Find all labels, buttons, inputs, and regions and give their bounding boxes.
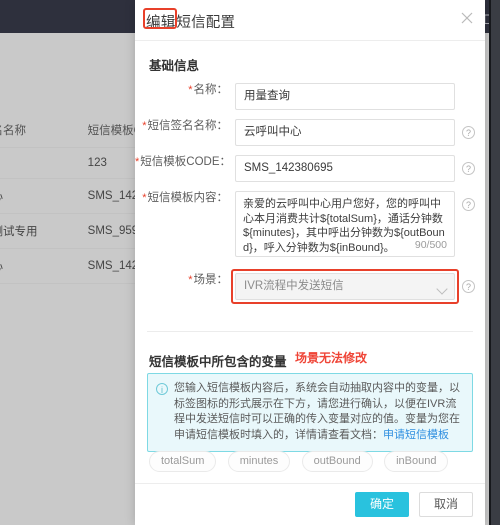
info-icon: i	[156, 383, 168, 395]
page-right-edge	[490, 0, 500, 525]
edit-sms-config-dialog: 编辑短信配置 基础信息 *名称： 用量查询 *短信签名名称： 云呼叫中心 ? *…	[135, 0, 485, 525]
sign-name-input[interactable]: 云呼叫中心	[235, 119, 455, 146]
section-divider	[147, 331, 473, 332]
close-icon[interactable]	[459, 10, 475, 26]
info-alert-text: 您输入短信模板内容后，系统会自动抽取内容中的变量，以标签图标的形式展示在下方，请…	[174, 381, 463, 443]
apply-sms-template-link[interactable]: 申请短信模板	[383, 429, 449, 441]
variable-tag[interactable]: outBound	[301, 451, 373, 472]
required-marker: *	[142, 120, 147, 132]
required-marker: *	[188, 84, 193, 96]
section-title-variables: 短信模板中所包含的变量	[149, 355, 287, 369]
template-code-input[interactable]: SMS_142380695	[235, 155, 455, 182]
help-icon[interactable]: ?	[462, 280, 475, 293]
help-icon[interactable]: ?	[462, 198, 475, 211]
dialog-body: 基础信息 *名称： 用量查询 *短信签名名称： 云呼叫中心 ? *短信模板COD…	[135, 41, 485, 485]
variable-tag[interactable]: inBound	[384, 451, 449, 472]
chevron-down-icon	[436, 283, 448, 295]
variable-tag[interactable]: minutes	[227, 451, 291, 472]
confirm-button[interactable]: 确定	[355, 492, 409, 517]
label-name: *名称：	[188, 84, 228, 96]
required-marker: *	[188, 274, 193, 286]
variable-tag-list: totalSum minutes outBound inBound	[149, 451, 469, 472]
required-marker: *	[135, 156, 140, 168]
name-input[interactable]: 用量查询	[235, 83, 455, 110]
scene-selected-value: IVR流程中发送短信	[244, 280, 344, 292]
dialog-title-rest: 短信配置	[176, 15, 236, 31]
variable-tag[interactable]: totalSum	[149, 451, 217, 472]
required-marker: *	[142, 192, 147, 204]
info-alert: i 您输入短信模板内容后，系统会自动抽取内容中的变量，以标签图标的形式展示在下方…	[147, 373, 473, 452]
scene-select[interactable]: IVR流程中发送短信	[235, 273, 455, 300]
label-sign-name: *短信签名名称：	[142, 120, 228, 132]
dialog-title-accent: 编辑	[146, 15, 176, 31]
template-content-textarea[interactable]: 亲爱的云呼叫中心用户您好，您的呼叫中心本月消费共计${totalSum}，通话分…	[235, 191, 455, 257]
scene-annotation-note: 场景无法修改	[295, 351, 368, 365]
help-icon[interactable]: ?	[462, 126, 475, 139]
dialog-title: 编辑短信配置	[145, 11, 235, 32]
label-template-content: *短信模板内容：	[142, 192, 228, 204]
page-edge-line	[489, 0, 491, 525]
label-scene: *场景：	[188, 274, 228, 286]
dialog-footer: 确定 取消	[135, 483, 485, 525]
dialog-header: 编辑短信配置	[135, 0, 485, 41]
section-title-basic-info: 基础信息	[149, 59, 200, 73]
label-template-code: *短信模板CODE：	[135, 156, 232, 168]
cancel-button[interactable]: 取消	[419, 492, 473, 517]
character-counter: 90/500	[414, 239, 447, 251]
help-icon[interactable]: ?	[462, 162, 475, 175]
